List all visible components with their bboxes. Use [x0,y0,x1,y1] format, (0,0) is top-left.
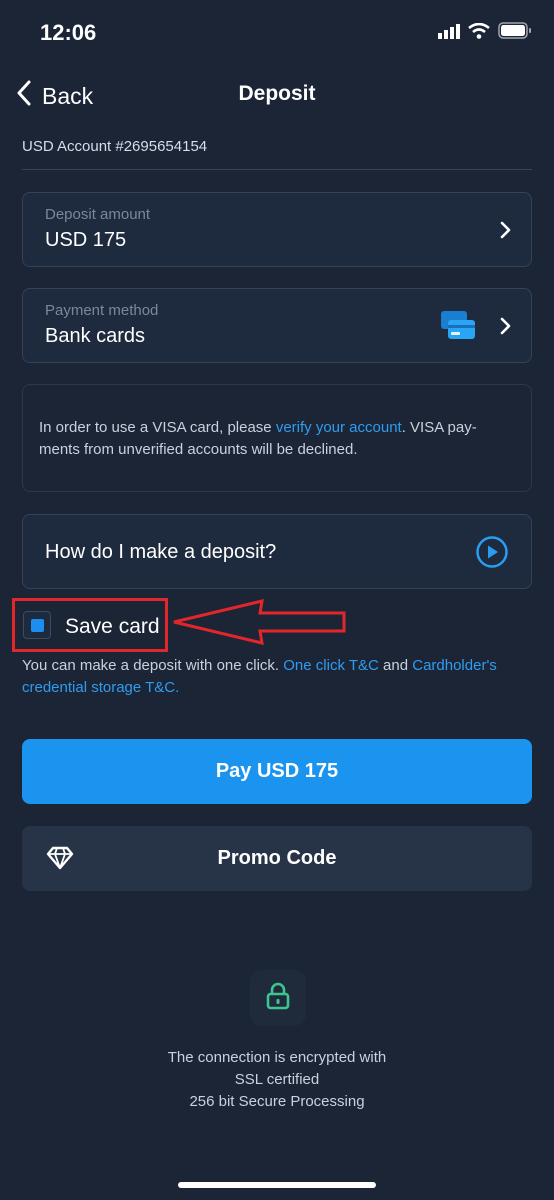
save-card-label: Save card [65,615,160,638]
ssl-line-1: The connection is encrypted with [167,1049,387,1066]
bank-cards-icon [441,311,475,346]
nav-bar: Back Deposit [0,70,554,120]
verify-account-link[interactable]: verify your account [276,419,402,436]
ssl-line-3: 256 bit Secure Processing [189,1093,365,1110]
chevron-right-icon [499,221,511,244]
home-indicator [178,1182,376,1188]
lock-badge [250,970,306,1026]
chevron-right-icon [499,317,511,340]
save-card-help-and: and [378,657,413,674]
ssl-line-2: SSL certified [234,1071,320,1088]
payment-method-label: Payment method [45,302,159,319]
lock-icon [265,982,291,1015]
visa-notice: In order to use a VISA card, please veri… [22,384,532,492]
wifi-icon [468,22,490,44]
account-number: USD Account #2695654154 [22,138,208,155]
save-card-help-text: You can make a deposit with one click. [22,657,284,674]
save-card-highlight: Save card [12,598,168,652]
status-bar: 12:06 [0,0,554,66]
pay-button[interactable]: Pay USD 175 [22,739,532,804]
save-card-help: You can make a deposit with one click. O… [22,655,542,699]
checkbox-checked-indicator [31,619,44,632]
promo-code-button[interactable]: Promo Code [22,826,532,891]
deposit-amount-label: Deposit amount [45,206,151,223]
battery-icon [498,22,532,44]
payment-method-value: Bank cards [45,325,146,347]
deposit-amount-field[interactable]: Deposit amount USD 175 [22,192,532,267]
promo-code-label: Promo Code [217,847,337,869]
signal-icon [438,23,460,44]
deposit-amount-value: USD 175 [45,229,127,251]
status-icons [438,22,532,44]
status-time: 12:06 [40,20,97,45]
ssl-info: The connection is encrypted with SSL cer… [0,1047,554,1113]
annotation-arrow-icon [170,596,350,653]
save-card-checkbox[interactable] [23,611,51,639]
notice-text-before: In order to use a VISA card, please [39,419,276,436]
how-to-deposit-label: How do I make a deposit? [45,541,277,563]
page-title: Deposit [238,82,316,105]
payment-method-field[interactable]: Payment method Bank cards [22,288,532,363]
how-to-deposit-button[interactable]: How do I make a deposit? [22,514,532,589]
one-click-tc-link[interactable]: One click T&C [283,657,379,674]
play-icon [475,535,509,574]
divider [22,169,532,170]
